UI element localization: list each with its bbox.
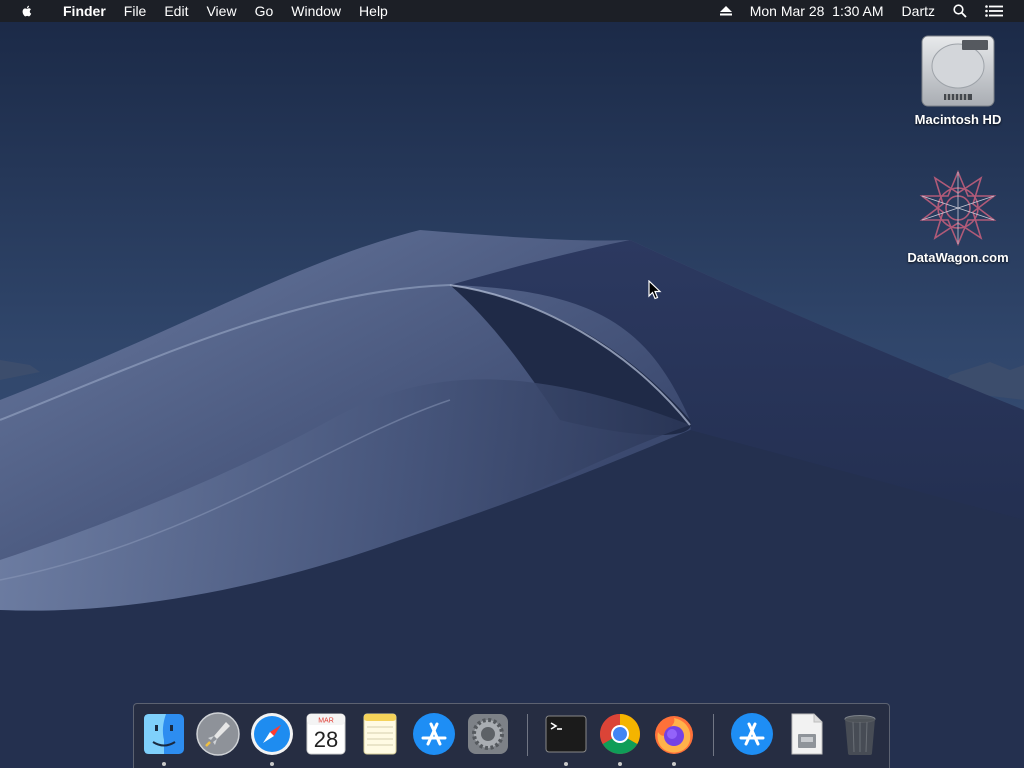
dock-firefox[interactable]: [650, 710, 698, 758]
svg-text:28: 28: [314, 727, 338, 752]
dock-app-store[interactable]: [410, 710, 458, 758]
apple-menu-icon[interactable]: [20, 3, 36, 19]
running-indicator: [564, 762, 568, 766]
dock-separator: [527, 714, 528, 756]
spotlight-search-icon[interactable]: [944, 4, 976, 18]
menubar-user[interactable]: Dartz: [893, 0, 944, 22]
dock-finder[interactable]: [140, 710, 188, 758]
eject-icon[interactable]: [711, 6, 741, 16]
dock-safari[interactable]: [248, 710, 296, 758]
dock-chrome[interactable]: [596, 710, 644, 758]
notes-icon: [363, 713, 397, 755]
terminal-icon: [545, 715, 587, 753]
mouse-cursor-icon: [648, 280, 662, 300]
running-indicator: [672, 762, 676, 766]
calendar-icon: MAR 28: [306, 713, 346, 755]
dock-terminal[interactable]: [542, 710, 590, 758]
app-store-icon: [413, 713, 455, 755]
compass-icon: [251, 713, 293, 755]
running-indicator: [618, 762, 622, 766]
finder-icon: [144, 714, 184, 754]
menu-file[interactable]: File: [115, 0, 156, 22]
menubar-clock[interactable]: Mon Mar 28 1:30 AM: [741, 0, 893, 22]
menu-help[interactable]: Help: [350, 0, 397, 22]
rocket-icon: [196, 712, 240, 756]
running-indicator: [270, 762, 274, 766]
running-indicator: [162, 762, 166, 766]
menu-finder[interactable]: Finder: [54, 0, 115, 22]
menu-bar: Finder File Edit View Go Window Help Mon…: [0, 0, 1024, 22]
svg-text:MAR: MAR: [318, 718, 334, 725]
dock-launchpad[interactable]: [194, 710, 242, 758]
chrome-icon: [600, 714, 640, 754]
menu-window[interactable]: Window: [282, 0, 350, 22]
dock-calendar[interactable]: MAR 28: [302, 710, 350, 758]
menu-view[interactable]: View: [197, 0, 245, 22]
menu-edit[interactable]: Edit: [155, 0, 197, 22]
gear-icon: [468, 714, 508, 754]
dock-notes[interactable]: [356, 710, 404, 758]
notification-center-icon[interactable]: [976, 5, 1012, 17]
dock-separator: [713, 714, 714, 756]
geometric-star-icon: [918, 168, 998, 248]
document-icon: [791, 713, 823, 755]
trash-icon: [844, 715, 876, 755]
dock: MAR 28: [133, 703, 890, 768]
hard-drive-icon: [918, 30, 998, 110]
menu-go[interactable]: Go: [246, 0, 283, 22]
dock-disk-image[interactable]: [782, 710, 830, 758]
desktop-icon-macintosh-hd[interactable]: Macintosh HD: [903, 30, 1013, 127]
firefox-icon: [655, 716, 693, 754]
desktop-icon-datawagon[interactable]: DataWagon.com: [903, 168, 1013, 265]
desktop-icon-label: Macintosh HD: [914, 112, 1002, 127]
dock-trash[interactable]: [836, 710, 884, 758]
dock-downloads-stack[interactable]: [728, 710, 776, 758]
dock-system-preferences[interactable]: [464, 710, 512, 758]
desktop-icon-label: DataWagon.com: [907, 250, 1009, 265]
app-store-icon: [731, 713, 773, 755]
desktop-wallpaper: [0, 0, 1024, 768]
